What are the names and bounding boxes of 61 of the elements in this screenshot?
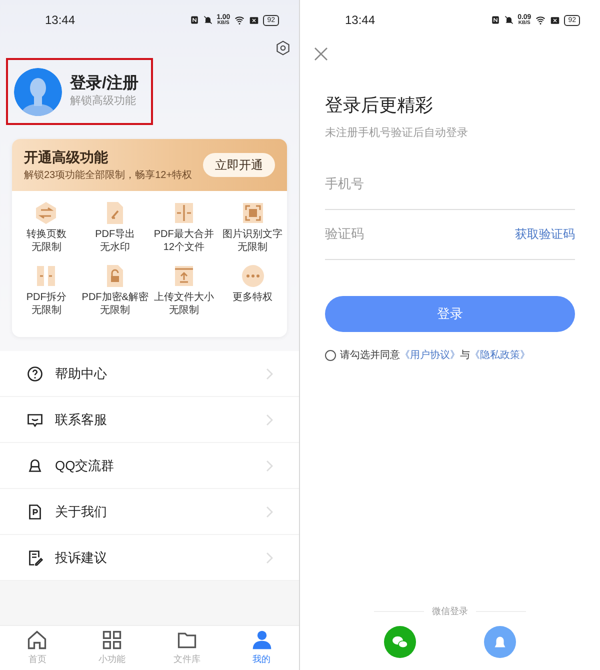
code-field[interactable]: 验证码 (325, 224, 515, 244)
settings-icon[interactable] (275, 40, 291, 56)
vip-title: 开通高级功能 (24, 148, 109, 167)
penguin-login-button[interactable] (484, 626, 516, 658)
feature-label: PDF加密&解密 无限制 (82, 292, 148, 317)
wifi-icon (234, 15, 246, 25)
feature-label: 更多特权 (232, 292, 273, 304)
profile-name: 登录/注册 (70, 74, 138, 93)
agreement-text: 请勾选并同意 (340, 348, 400, 362)
tab-item[interactable]: 小功能 (74, 626, 150, 670)
login-subtitle: 未注册手机号验证后自动登录 (325, 126, 469, 141)
chevron-right-icon (265, 552, 273, 564)
swap-icon (34, 201, 58, 225)
wechat-login-button[interactable] (384, 626, 416, 658)
chevron-right-icon (265, 414, 273, 426)
divider-label: 微信登录 (432, 604, 468, 618)
menu-item[interactable]: QQ交流群 (0, 443, 299, 489)
nfc-icon (190, 15, 199, 25)
tab-item[interactable]: 首页 (0, 626, 75, 670)
clock-time: 13:44 (345, 12, 376, 29)
login-button[interactable]: 登录 (325, 296, 575, 332)
feature-label: 图片识别文字 无限制 (222, 229, 283, 254)
scan-icon (240, 201, 265, 225)
user-agreement-link[interactable]: 《用户协议》 (400, 348, 460, 362)
phone-field[interactable]: 手机号 (325, 174, 575, 194)
profile-subtitle: 解锁高级功能 (70, 94, 137, 109)
privacy-policy-link[interactable]: 《隐私政策》 (470, 348, 530, 362)
more-icon (240, 264, 265, 288)
avatar-icon (14, 68, 62, 116)
chevron-right-icon (265, 506, 273, 518)
tab-item[interactable]: 文件库 (150, 626, 224, 670)
tab-item[interactable]: 我的 (224, 626, 299, 670)
help-icon (26, 364, 44, 382)
home-icon (26, 629, 48, 652)
user-icon (250, 629, 273, 652)
profile-login[interactable]: 登录/注册 解锁高级功能 (6, 58, 153, 125)
agreement-joiner: 与 (460, 348, 470, 362)
grid-icon (101, 629, 124, 652)
close-icon[interactable] (313, 46, 329, 62)
feature-label: PDF拆分 无限制 (26, 292, 66, 317)
feature-label: PDF导出 无水印 (95, 229, 136, 254)
feature-label: 上传文件大小 无限制 (154, 292, 214, 317)
chevron-right-icon (265, 460, 273, 472)
nfc-icon (490, 15, 500, 25)
feature-label: 转换页数 无限制 (26, 229, 66, 254)
wifi-icon (535, 15, 546, 25)
agree-radio[interactable] (325, 350, 336, 360)
get-code-link[interactable]: 获取验证码 (515, 225, 575, 243)
document-edit-icon (26, 548, 44, 566)
menu-item[interactable]: 关于我们 (0, 489, 299, 535)
clock-time: 13:44 (45, 12, 76, 29)
activate-button[interactable]: 立即开通 (203, 153, 275, 177)
menu-item[interactable]: 联系客服 (0, 397, 299, 443)
feature-label: PDF最大合并 12个文件 (154, 229, 214, 254)
login-title: 登录后更精彩 (325, 94, 434, 117)
document-p-icon (26, 502, 44, 520)
menu-item[interactable]: 帮助中心 (0, 351, 299, 397)
muted-bell-icon (504, 15, 514, 25)
vip-subtitle: 解锁23项功能全部限制，畅享12+特权 (24, 168, 192, 183)
chevron-right-icon (265, 368, 273, 380)
muted-bell-icon (202, 15, 213, 25)
